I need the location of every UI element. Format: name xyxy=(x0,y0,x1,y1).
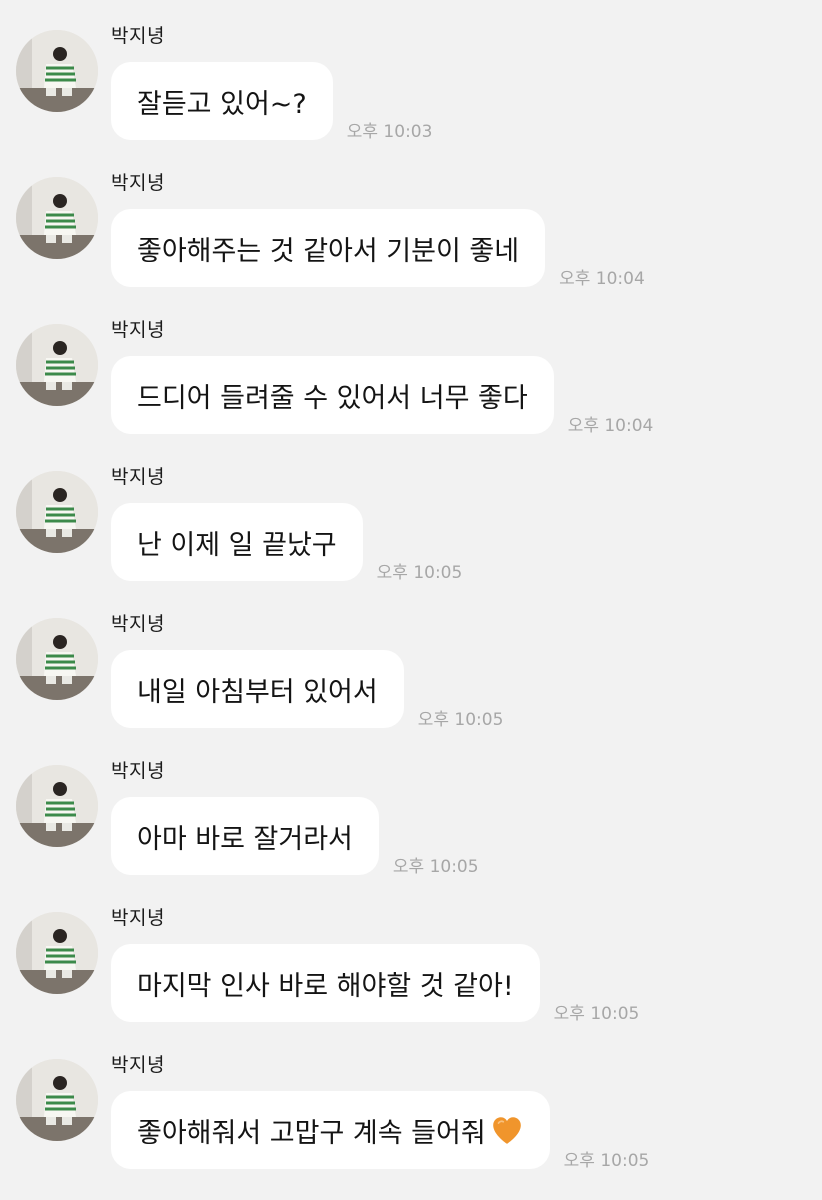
message-text: 좋아해주는 것 같아서 기분이 좋네 xyxy=(137,235,520,267)
message-bubble[interactable]: 좋아해줘서 고맙구 계속 들어줘 xyxy=(111,1091,550,1169)
avatar-photo xyxy=(16,177,98,259)
sender-name: 박지녕 xyxy=(111,172,165,194)
message-row: 박지녕 난 이제 일 끝났구 오후 10:05 xyxy=(0,441,822,588)
chat-message-list[interactable]: 박지녕 잘듣고 있어~? 오후 10:03 박지녕 좋아해주는 것 같아서 기분… xyxy=(0,0,822,1200)
message-text: 잘듣고 있어~? xyxy=(137,88,307,120)
orange-heart-icon xyxy=(492,1117,521,1144)
message-time: 오후 10:05 xyxy=(563,1151,650,1171)
message-row: 박지녕 드디어 들려줄 수 있어서 너무 좋다 오후 10:04 xyxy=(0,294,822,441)
sender-name: 박지녕 xyxy=(111,907,165,929)
message-group: 내일 아침부터 있어서 오후 10:05 xyxy=(111,650,504,730)
message-bubble[interactable]: 잘듣고 있어~? xyxy=(111,62,333,140)
message-bubble[interactable]: 좋아해주는 것 같아서 기분이 좋네 xyxy=(111,209,546,287)
message-bubble[interactable]: 마지막 인사 바로 해야할 것 같아! xyxy=(111,944,540,1022)
sender-name: 박지녕 xyxy=(111,25,165,47)
avatar-photo xyxy=(16,1059,98,1141)
message-bubble[interactable]: 난 이제 일 끝났구 xyxy=(111,503,363,581)
sender-avatar[interactable] xyxy=(16,471,98,553)
message-time: 오후 10:04 xyxy=(567,416,654,436)
sender-avatar[interactable] xyxy=(16,1059,98,1141)
message-time: 오후 10:03 xyxy=(346,122,433,142)
sender-avatar[interactable] xyxy=(16,912,98,994)
message-row: 박지녕 아마 바로 잘거라서 오후 10:05 xyxy=(0,735,822,882)
sender-avatar[interactable] xyxy=(16,30,98,112)
sender-avatar[interactable] xyxy=(16,618,98,700)
message-time: 오후 10:05 xyxy=(392,857,479,877)
avatar-photo xyxy=(16,765,98,847)
sender-name: 박지녕 xyxy=(111,466,165,488)
message-text: 드디어 들려줄 수 있어서 너무 좋다 xyxy=(137,382,528,414)
message-bubble[interactable]: 드디어 들려줄 수 있어서 너무 좋다 xyxy=(111,356,554,434)
avatar-photo xyxy=(16,912,98,994)
message-group: 아마 바로 잘거라서 오후 10:05 xyxy=(111,797,479,877)
message-group: 잘듣고 있어~? 오후 10:03 xyxy=(111,62,433,142)
message-group: 좋아해줘서 고맙구 계속 들어줘 오후 10:05 xyxy=(111,1091,650,1171)
message-group: 드디어 들려줄 수 있어서 너무 좋다 오후 10:04 xyxy=(111,356,654,436)
message-group: 좋아해주는 것 같아서 기분이 좋네 오후 10:04 xyxy=(111,209,645,289)
message-row: 박지녕 내일 아침부터 있어서 오후 10:05 xyxy=(0,588,822,735)
message-text: 마지막 인사 바로 해야할 것 같아! xyxy=(137,970,514,1002)
message-group: 난 이제 일 끝났구 오후 10:05 xyxy=(111,503,463,583)
message-text: 아마 바로 잘거라서 xyxy=(137,823,353,855)
message-bubble[interactable]: 내일 아침부터 있어서 xyxy=(111,650,404,728)
message-row: 박지녕 마지막 인사 바로 해야할 것 같아! 오후 10:05 xyxy=(0,882,822,1029)
message-text: 난 이제 일 끝났구 xyxy=(137,529,337,561)
sender-name: 박지녕 xyxy=(111,613,165,635)
message-row: 박지녕 좋아해주는 것 같아서 기분이 좋네 오후 10:04 xyxy=(0,147,822,294)
sender-avatar[interactable] xyxy=(16,324,98,406)
message-text: 내일 아침부터 있어서 xyxy=(137,676,378,708)
message-time: 오후 10:05 xyxy=(417,710,504,730)
sender-name: 박지녕 xyxy=(111,1054,165,1076)
message-bubble[interactable]: 아마 바로 잘거라서 xyxy=(111,797,379,875)
avatar-photo xyxy=(16,618,98,700)
avatar-photo xyxy=(16,471,98,553)
message-row: 박지녕 좋아해줘서 고맙구 계속 들어줘 오후 10:05 xyxy=(0,1029,822,1176)
avatar-photo xyxy=(16,30,98,112)
message-time: 오후 10:05 xyxy=(376,563,463,583)
sender-name: 박지녕 xyxy=(111,760,165,782)
message-row: 박지녕 잘듣고 있어~? 오후 10:03 xyxy=(0,0,822,147)
message-time: 오후 10:05 xyxy=(553,1004,640,1024)
message-text: 좋아해줘서 고맙구 계속 들어줘 xyxy=(137,1117,486,1149)
sender-name: 박지녕 xyxy=(111,319,165,341)
avatar-photo xyxy=(16,324,98,406)
message-time: 오후 10:04 xyxy=(559,269,645,289)
sender-avatar[interactable] xyxy=(16,177,98,259)
message-group: 마지막 인사 바로 해야할 것 같아! 오후 10:05 xyxy=(111,944,640,1024)
sender-avatar[interactable] xyxy=(16,765,98,847)
